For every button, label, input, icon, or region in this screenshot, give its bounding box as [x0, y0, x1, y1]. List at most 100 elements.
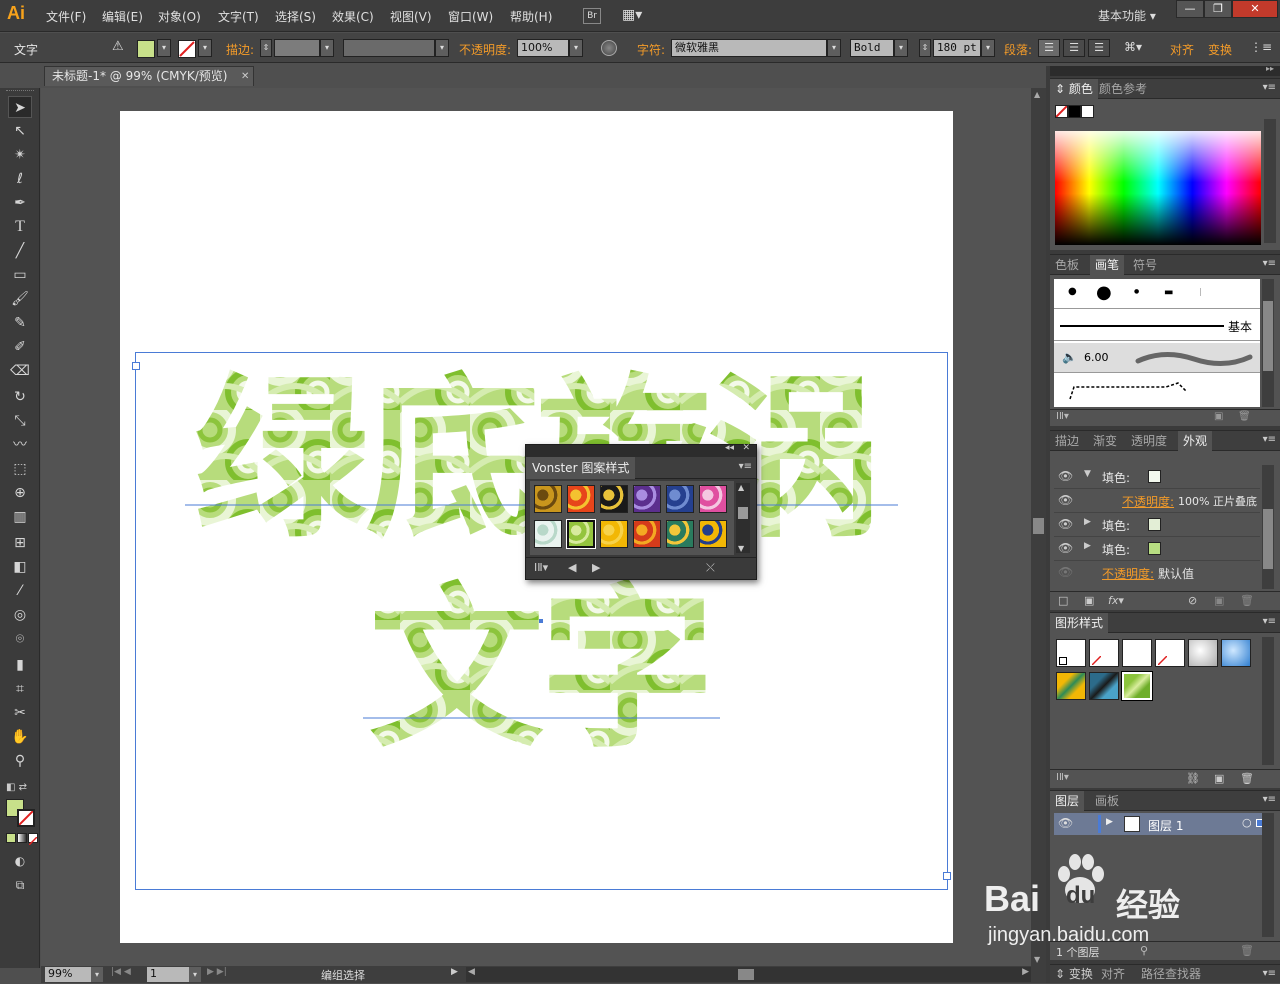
expand-right-icon[interactable]: ▶: [1084, 541, 1091, 551]
layer-row[interactable]: 👁 ▶ 图层 1 ○: [1054, 813, 1264, 835]
scroll-up-icon[interactable]: ▲: [738, 483, 744, 492]
style-blue-gradient[interactable]: [1221, 639, 1251, 667]
scroll-thumb[interactable]: [738, 969, 754, 980]
gradient-tool-icon[interactable]: ◧: [8, 556, 32, 578]
zoom-dropdown[interactable]: ▾: [91, 967, 103, 982]
layers-scrollbar[interactable]: [1262, 813, 1274, 937]
font-size-field[interactable]: 180 pt: [933, 39, 981, 57]
opacity-link[interactable]: 不透明度:: [1102, 565, 1154, 582]
tab-graphic-styles[interactable]: 图形样式: [1050, 613, 1109, 633]
font-family-dropdown[interactable]: ▾: [827, 39, 841, 57]
appearance-row-opacity-1[interactable]: 👁 不透明度: 100% 正片叠底: [1054, 489, 1260, 513]
gradient-mode-button[interactable]: [17, 833, 27, 843]
pattern-swatch[interactable]: [566, 519, 596, 549]
opacity-field[interactable]: 100%: [517, 39, 569, 57]
pattern-swatch[interactable]: [600, 485, 628, 513]
pen-tool-icon[interactable]: ✒: [8, 192, 32, 214]
align-center-button[interactable]: ☰: [1063, 39, 1085, 57]
expand-right-icon[interactable]: ▶: [1084, 517, 1091, 527]
none-mode-button[interactable]: [28, 833, 38, 846]
menu-effect[interactable]: 效果(C): [332, 8, 374, 25]
scale-tool-icon[interactable]: ⤡: [8, 410, 32, 432]
pattern-swatch[interactable]: [666, 520, 694, 548]
appearance-scrollbar[interactable]: [1262, 465, 1274, 589]
tab-transparency[interactable]: 透明度: [1126, 431, 1172, 451]
scroll-up-icon[interactable]: ▲: [1034, 90, 1040, 99]
delete-style-icon[interactable]: 🗑: [1240, 772, 1254, 785]
color-mode-button[interactable]: [6, 833, 16, 843]
add-stroke-icon[interactable]: □: [1058, 594, 1068, 607]
toolbar-grip[interactable]: [6, 90, 34, 93]
status-menu-icon[interactable]: ▶: [451, 967, 458, 977]
new-style-icon[interactable]: ▣: [1214, 772, 1224, 785]
fill-swatch-1[interactable]: [1148, 470, 1161, 483]
stroke-weight-field[interactable]: [274, 39, 320, 57]
type-tool-icon[interactable]: T: [8, 216, 32, 238]
panel-menu-icon[interactable]: ▾≡: [1263, 434, 1276, 445]
menu-help[interactable]: 帮助(H): [510, 8, 552, 25]
align-left-button[interactable]: ☰: [1038, 39, 1060, 57]
pattern-scrollbar[interactable]: ▲ ▼: [736, 483, 750, 553]
add-fill-icon[interactable]: ▣: [1084, 594, 1094, 607]
panel-menu-icon[interactable]: ▾≡: [1263, 82, 1276, 93]
add-effect-icon[interactable]: fx▾: [1108, 594, 1124, 607]
visibility-eye-icon[interactable]: 👁: [1058, 517, 1073, 531]
perspective-grid-tool-icon[interactable]: ▥: [8, 506, 32, 528]
mesh-tool-icon[interactable]: ⊞: [8, 532, 32, 554]
scroll-down-icon[interactable]: ▼: [738, 544, 744, 553]
menu-file[interactable]: 文件(F): [46, 8, 86, 25]
style-green-swirl[interactable]: [1122, 672, 1152, 700]
brush-row-art[interactable]: 🔈 6.00: [1054, 343, 1260, 373]
clear-appearance-icon[interactable]: ⊘: [1188, 594, 1197, 607]
bridge-button[interactable]: Br: [583, 8, 601, 24]
opacity-dropdown[interactable]: ▾: [569, 39, 583, 57]
blob-brush-tool-icon[interactable]: ✐: [8, 336, 32, 358]
visibility-eye-icon[interactable]: 👁: [1058, 541, 1073, 555]
artboard-number-field[interactable]: 1: [147, 967, 189, 982]
pattern-swatch[interactable]: [567, 485, 595, 513]
graphic-styles-scrollbar[interactable]: [1262, 637, 1274, 765]
scroll-thumb[interactable]: [1263, 509, 1273, 569]
fill-swatch[interactable]: [137, 40, 155, 58]
brush-row-basic[interactable]: 基本: [1054, 311, 1260, 341]
tab-color[interactable]: ⇕ 颜色: [1050, 79, 1098, 99]
panel-menu-icon[interactable]: ▾≡: [1263, 616, 1276, 627]
paintbrush-tool-icon[interactable]: 🖌: [8, 288, 32, 310]
direct-selection-tool-icon[interactable]: ↖: [8, 120, 32, 142]
fill-swatch-2[interactable]: [1148, 518, 1161, 531]
brush-dot-small[interactable]: ●: [1068, 286, 1077, 297]
character-label[interactable]: 字符:: [637, 41, 665, 58]
panel-menu-icon[interactable]: ▾≡: [739, 461, 752, 472]
brush-scrollbar[interactable]: [1262, 279, 1274, 407]
delete-layer-icon[interactable]: 🗑: [1240, 944, 1254, 957]
tab-symbols[interactable]: 符号: [1128, 255, 1162, 275]
lasso-tool-icon[interactable]: ℓ: [8, 168, 32, 190]
horizontal-scrollbar[interactable]: ◀ ▶: [466, 967, 1031, 982]
variable-width-profile[interactable]: [343, 39, 435, 57]
fill-dropdown[interactable]: ▾: [157, 39, 171, 57]
pattern-swatch[interactable]: [633, 520, 661, 548]
brush-library-icon[interactable]: ⅠⅡ▾: [1056, 411, 1069, 422]
align-panel-link[interactable]: 对齐: [1170, 41, 1194, 58]
appearance-row-fill-1[interactable]: 👁 ▼ 填色:: [1054, 465, 1260, 489]
visibility-eye-icon[interactable]: 👁: [1058, 816, 1073, 830]
appearance-row-fill-2[interactable]: 👁 ▶ 填色:: [1054, 513, 1260, 537]
pattern-swatch[interactable]: [699, 520, 727, 548]
font-style-dropdown[interactable]: ▾: [894, 39, 908, 57]
delete-brush-icon[interactable]: 🗑: [1238, 411, 1251, 422]
shape-builder-tool-icon[interactable]: ⊕: [8, 482, 32, 504]
close-window-button[interactable]: ✕: [1232, 0, 1278, 18]
collapse-icon[interactable]: ◂◂: [725, 443, 734, 453]
rotate-tool-icon[interactable]: ↻: [8, 386, 32, 408]
expand-layer-icon[interactable]: ▶: [1106, 817, 1113, 827]
menu-object[interactable]: 对象(O): [158, 8, 201, 25]
black-swatch[interactable]: [1068, 105, 1081, 118]
dock-collapse-icon[interactable]: ▸▸: [1266, 64, 1274, 73]
magic-wand-tool-icon[interactable]: ✴: [8, 144, 32, 166]
dock-header[interactable]: ▸▸: [1050, 64, 1280, 76]
none-swatch[interactable]: [1055, 105, 1068, 118]
last-artboard-icon[interactable]: ▶ ▶|: [207, 967, 227, 977]
font-size-dropdown[interactable]: ▾: [981, 39, 995, 57]
style-library-icon[interactable]: ⅠⅡ▾: [1056, 772, 1069, 783]
style-blue-swirl[interactable]: [1089, 672, 1119, 700]
